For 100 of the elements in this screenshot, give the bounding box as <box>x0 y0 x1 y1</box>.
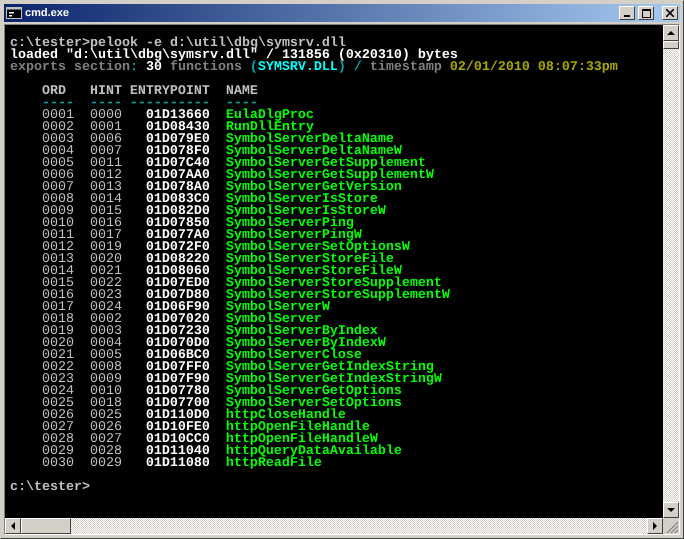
ord-cell: 0009 <box>42 206 74 218</box>
function-name: SymbolServerStoreFileW <box>226 266 402 278</box>
function-name: httpCloseHandle <box>226 410 346 422</box>
entrypoint-cell-text: 01D072F0 <box>144 242 210 254</box>
entrypoint-cell-text: 01D079E0 <box>144 134 210 146</box>
entrypoint-cell-text: 01D078F0 <box>144 146 210 158</box>
entrypoint-cell-text: 01D07ED0 <box>144 278 210 290</box>
maximize-button[interactable] <box>638 6 654 20</box>
function-name: SymbolServerIsStore <box>226 194 378 206</box>
entrypoint-cell-text: 01D07780 <box>144 386 210 398</box>
ord-cell: 0030 <box>42 458 74 470</box>
hint-cell: 0001 <box>90 122 122 134</box>
function-name: SymbolServerSetOptionsW <box>226 242 410 254</box>
hint-cell: 0019 <box>90 242 122 254</box>
ord-cell: 0019 <box>42 326 74 338</box>
hint-cell: 0020 <box>90 254 122 266</box>
entrypoint-cell-text: 01D07FF0 <box>144 362 210 374</box>
hint-cell: 0011 <box>90 158 122 170</box>
hint-cell: 0029 <box>90 458 122 470</box>
entrypoint-cell-text: 01D08060 <box>144 266 210 278</box>
hint-cell: 0012 <box>90 170 122 182</box>
scroll-right-button[interactable] <box>647 518 663 534</box>
hint-cell: 0013 <box>90 182 122 194</box>
minimize-button[interactable] <box>619 6 635 20</box>
ord-cell: 0023 <box>42 374 74 386</box>
function-name: SymbolServerGetIndexStringW <box>226 374 442 386</box>
scrollbar-thumb[interactable] <box>663 41 679 49</box>
hint-cell: 0002 <box>90 314 122 326</box>
hint-cell: 0017 <box>90 230 122 242</box>
entrypoint-cell-text: 01D07F90 <box>144 374 210 386</box>
entrypoint-cell-text: 01D082D0 <box>144 206 210 218</box>
exports-summary: exports section: 30 functions (SYMSRV.DLL) / timestamp 02/01/2010 08:07:33pm <box>10 62 618 74</box>
ord-cell: 0007 <box>42 182 74 194</box>
ord-cell: 0002 <box>42 122 74 134</box>
hint-cell: 0003 <box>90 326 122 338</box>
ord-cell: 0024 <box>42 386 74 398</box>
column-rule: ---- <box>90 98 122 110</box>
ord-cell: 0011 <box>42 230 74 242</box>
function-name: SymbolServerGetSupplement <box>226 158 426 170</box>
ord-cell: 0015 <box>42 278 74 290</box>
ord-cell: 0018 <box>42 314 74 326</box>
ord-cell: 0005 <box>42 158 74 170</box>
ord-cell: 0012 <box>42 242 74 254</box>
entrypoint-cell-text: 01D06F90 <box>144 302 210 314</box>
hint-cell: 0024 <box>90 302 122 314</box>
function-name: httpOpenFileHandleW <box>226 434 378 446</box>
function-name: SymbolServerW <box>226 302 330 314</box>
close-button[interactable] <box>662 6 678 20</box>
function-name: SymbolServerPingW <box>226 230 362 242</box>
console-icon <box>6 7 22 19</box>
ord-cell: 0028 <box>42 434 74 446</box>
maximize-icon <box>642 8 650 18</box>
arrow-icon <box>9 522 17 530</box>
hint-cell: 0007 <box>90 146 122 158</box>
arrow-icon <box>667 29 675 37</box>
function-name: SymbolServerGetVersion <box>226 182 402 194</box>
hint-cell: 0009 <box>90 374 122 386</box>
scrollbar-thumb[interactable] <box>21 518 71 534</box>
function-name: SymbolServerSetOptions <box>226 398 402 410</box>
entrypoint-cell-text: 01D07850 <box>144 218 210 230</box>
entrypoint-cell-text: 01D13660 <box>144 110 210 122</box>
scroll-down-button[interactable] <box>663 502 679 518</box>
entrypoint-cell-text: 01D07020 <box>144 314 210 326</box>
function-name: SymbolServerClose <box>226 350 362 362</box>
ord-cell: 0029 <box>42 446 74 458</box>
entrypoint-cell-text: 01D08220 <box>144 254 210 266</box>
ord-cell: 0017 <box>42 302 74 314</box>
entrypoint-cell-text: 01D07AA0 <box>144 170 210 182</box>
ord-cell: 0003 <box>42 134 74 146</box>
column-header: NAME <box>226 86 258 98</box>
function-name: SymbolServerDeltaName <box>226 134 394 146</box>
scroll-up-button[interactable] <box>663 25 679 41</box>
close-icon <box>666 9 674 17</box>
entrypoint-cell-text: 01D10CC0 <box>144 434 210 446</box>
function-name: SymbolServerPing <box>226 218 354 230</box>
scroll-left-button[interactable] <box>5 518 21 534</box>
hint-cell: 0026 <box>90 422 122 434</box>
entrypoint-cell-text: 01D11080 <box>144 458 210 470</box>
entrypoint-cell-text: 01D07D80 <box>144 290 210 302</box>
hint-cell: 0000 <box>90 110 122 122</box>
ord-cell: 0020 <box>42 338 74 350</box>
function-name: SymbolServerByIndexW <box>226 338 386 350</box>
entrypoint-cell-text: 01D08430 <box>144 122 210 134</box>
hint-cell: 0004 <box>90 338 122 350</box>
function-name: httpOpenFileHandle <box>226 422 370 434</box>
entrypoint-cell-text: 01D083C0 <box>144 194 210 206</box>
function-name: SymbolServerIsStoreW <box>226 206 386 218</box>
function-name: SymbolServerGetSupplementW <box>226 170 434 182</box>
column-header: HINT <box>90 86 122 98</box>
hint-cell: 0028 <box>90 446 122 458</box>
entrypoint-cell-text: 01D06BC0 <box>144 350 210 362</box>
column-header: ORD <box>42 86 67 98</box>
function-name: httpQueryDataAvailable <box>226 446 402 458</box>
hint-cell: 0018 <box>90 398 122 410</box>
ord-cell: 0004 <box>42 146 74 158</box>
ord-cell: 0027 <box>42 422 74 434</box>
entrypoint-cell-text: 01D07C40 <box>144 158 210 170</box>
entrypoint-cell-text: 01D077A0 <box>144 230 210 242</box>
entrypoint-cell-text: 01D07230 <box>144 326 210 338</box>
column-rule: ---- <box>42 98 74 110</box>
